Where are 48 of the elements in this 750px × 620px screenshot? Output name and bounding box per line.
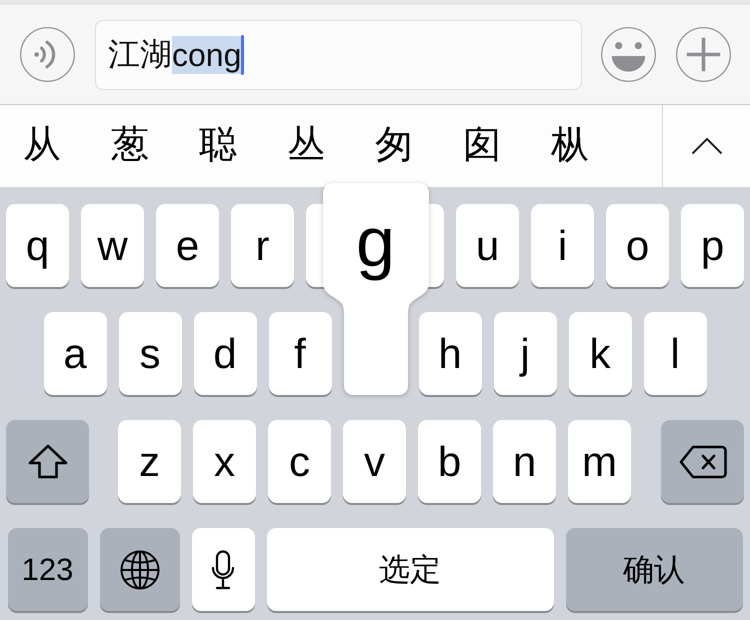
letter-key[interactable]: n: [493, 420, 556, 503]
text-cursor: [241, 34, 244, 74]
letter-key[interactable]: k: [568, 312, 632, 395]
globe-key[interactable]: [100, 528, 180, 611]
letter-key[interactable]: s: [118, 312, 182, 395]
letter-key[interactable]: i: [531, 204, 594, 287]
candidate[interactable]: 丛: [264, 123, 348, 169]
backspace-icon: [678, 444, 726, 478]
candidate[interactable]: 葱: [88, 123, 172, 169]
letter-key[interactable]: q: [6, 204, 69, 287]
globe-icon: [120, 550, 160, 590]
letter-key[interactable]: p: [681, 204, 744, 287]
letter-key[interactable]: z: [118, 420, 181, 503]
candidate[interactable]: 从: [0, 123, 84, 169]
letter-key[interactable]: w: [81, 204, 144, 287]
shift-icon: [28, 444, 68, 480]
letter-key[interactable]: u: [456, 204, 519, 287]
letter-key[interactable]: o: [606, 204, 669, 287]
letter-key[interactable]: a: [44, 312, 106, 395]
letter-key[interactable]: j: [494, 312, 556, 395]
microphone-icon: [211, 550, 235, 590]
letter-key[interactable]: x: [193, 420, 256, 503]
sound-waves-icon[interactable]: [20, 27, 75, 82]
delete-key[interactable]: [661, 420, 744, 503]
letter-key[interactable]: b: [418, 420, 481, 503]
marked-text: cong: [172, 36, 242, 74]
letter-key[interactable]: l: [644, 312, 706, 395]
candidate[interactable]: 匆: [352, 123, 436, 169]
letter-key[interactable]: m: [568, 420, 631, 503]
confirm-key[interactable]: 确认: [566, 528, 742, 611]
letter-key[interactable]: d: [194, 312, 256, 395]
chevron-up-icon: [690, 137, 722, 155]
input-field[interactable]: 江湖cong: [95, 20, 582, 90]
letter-key[interactable]: r: [231, 204, 294, 287]
candidate[interactable]: 聪: [176, 123, 260, 169]
space-key[interactable]: 选定: [266, 528, 554, 611]
mic-key[interactable]: [192, 528, 254, 611]
candidate[interactable]: 囱: [440, 123, 524, 169]
plus-icon[interactable]: [676, 27, 731, 82]
letter-key[interactable]: v: [343, 420, 406, 503]
letter-key[interactable]: c: [268, 420, 331, 503]
shift-key[interactable]: [6, 420, 89, 503]
letter-key[interactable]: f: [268, 312, 332, 395]
candidate[interactable]: 枞: [528, 123, 612, 169]
letter-key[interactable]: h: [418, 312, 482, 395]
numbers-key[interactable]: 123: [8, 528, 88, 611]
smiley-icon[interactable]: [601, 27, 656, 82]
letter-key[interactable]: e: [156, 204, 219, 287]
